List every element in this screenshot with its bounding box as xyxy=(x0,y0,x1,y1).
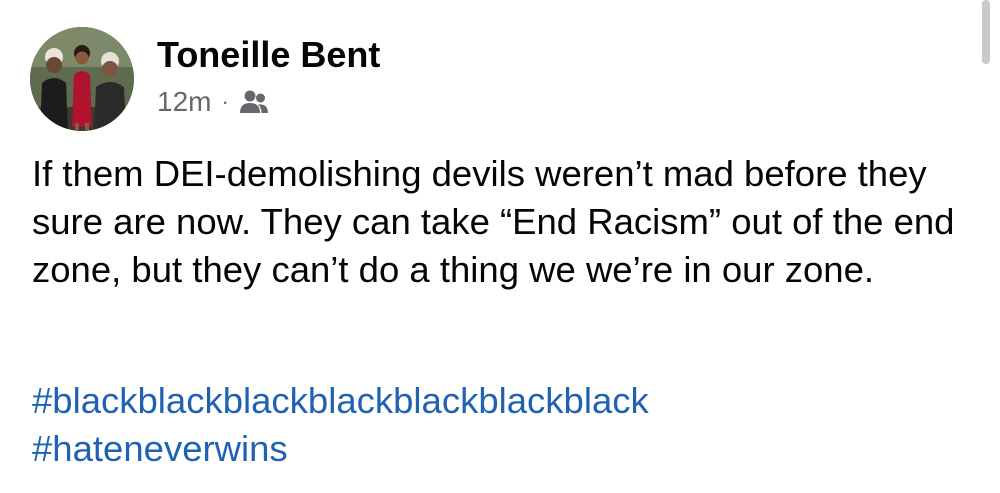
post-meta: 12m · xyxy=(157,84,269,120)
friends-icon xyxy=(239,90,268,113)
author-avatar[interactable] xyxy=(30,27,134,131)
post-card: Toneille Bent 12m · If them DEI-demolish… xyxy=(0,0,1000,493)
scrollbar-thumb[interactable] xyxy=(982,0,990,64)
audience-friends-icon[interactable] xyxy=(239,89,269,115)
author-name[interactable]: Toneille Bent xyxy=(157,34,380,76)
hashtag-link[interactable]: #blackblackblackblackblackblackblack xyxy=(32,377,649,425)
hashtag-list: #blackblackblackblackblackblackblack #ha… xyxy=(32,377,649,473)
meta-separator: · xyxy=(221,89,229,114)
post-timestamp[interactable]: 12m xyxy=(157,86,211,118)
hashtag-link[interactable]: #hateneverwins xyxy=(32,425,649,473)
avatar-photo-icon xyxy=(30,27,134,131)
post-body-text: If them DEI-demolishing devils weren’t m… xyxy=(32,153,965,290)
